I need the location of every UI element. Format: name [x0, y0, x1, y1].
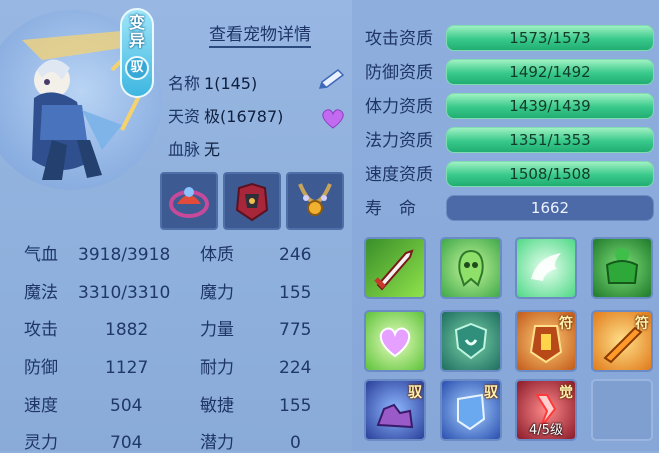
speed-label: 速度: [24, 396, 58, 416]
skill-slot-11[interactable]: 觉 4/5级: [515, 379, 577, 441]
skill-tag: 符: [635, 316, 649, 332]
attack-value: 1882: [105, 320, 149, 340]
strength-label: 力量: [200, 320, 234, 340]
favorite-heart-icon[interactable]: [320, 108, 346, 130]
skill-slot-7[interactable]: 符: [515, 310, 577, 372]
potential-value: 0: [290, 433, 301, 453]
skill-slot-2[interactable]: [440, 237, 502, 299]
agility-label: 敏捷: [200, 396, 234, 416]
skill-tag: 驭: [408, 385, 422, 401]
speed-aptitude-label: 速度资质: [365, 165, 433, 185]
strength-value: 775: [279, 320, 312, 340]
wings-skill-icon: [531, 253, 561, 281]
spirit-value: 704: [110, 433, 143, 453]
skill-slot-8[interactable]: 符: [591, 310, 653, 372]
spirit-label: 灵力: [24, 433, 58, 453]
skill-tag: 驭: [484, 385, 498, 401]
potential-label: 潜力: [200, 433, 234, 453]
bloodline-row: 血脉无: [168, 140, 220, 160]
hp-label: 气血: [24, 245, 58, 265]
equipment-slot-3[interactable]: [286, 172, 344, 230]
attack-aptitude-bar: 1573/1573: [446, 25, 654, 51]
heart-skill-icon: [379, 327, 411, 358]
skill-slot-10[interactable]: 驭: [440, 379, 502, 441]
rename-pencil-icon[interactable]: [316, 68, 346, 92]
hp-value: 3918/3918: [78, 245, 171, 265]
name-value: 1(145): [204, 74, 258, 93]
stamina-aptitude-value: 1439/1439: [509, 97, 591, 115]
mana-aptitude-bar: 1351/1353: [446, 127, 654, 153]
agility-value: 155: [279, 396, 312, 416]
ghost-skill-icon: [458, 249, 484, 287]
bloodline-value: 无: [204, 140, 221, 159]
skill-slot-5[interactable]: [364, 310, 426, 372]
mp-value: 3310/3310: [78, 283, 171, 303]
sword-skill-icon: [374, 249, 414, 291]
attack-label: 攻击: [24, 320, 58, 340]
defense-value: 1127: [105, 358, 149, 378]
variant-badge: 变异 驭: [120, 8, 154, 98]
giant-skill-icon: [605, 248, 639, 284]
constitution-value: 246: [279, 245, 312, 265]
armor-equipment-icon: [235, 182, 269, 222]
magic-power-value: 155: [279, 283, 312, 303]
endurance-label: 耐力: [200, 358, 234, 378]
talent-label: 天资: [168, 107, 201, 126]
speed-aptitude-value: 1508/1508: [509, 165, 591, 183]
defense-aptitude-label: 防御资质: [365, 63, 433, 83]
pet-name-row: 名称 1(145): [168, 74, 257, 94]
control-tag: 驭: [125, 56, 149, 80]
skill-slot-1[interactable]: [364, 237, 426, 299]
attack-aptitude-label: 攻击资质: [365, 29, 433, 49]
lifespan-value: 1662: [530, 199, 570, 217]
shield-skill-icon: [454, 322, 488, 360]
skill-tag: 觉: [559, 385, 573, 401]
skill-slot-9[interactable]: 驭: [364, 379, 426, 441]
mana-aptitude-label: 法力资质: [365, 131, 433, 151]
endurance-value: 224: [279, 358, 312, 378]
view-pet-details-link[interactable]: 查看宠物详情: [209, 24, 311, 48]
ring-equipment-icon: [169, 187, 209, 218]
necklace-equipment-icon: [298, 183, 332, 216]
magic-power-label: 魔力: [200, 283, 234, 303]
defense-label: 防御: [24, 358, 58, 378]
skill-slot-3[interactable]: [515, 237, 577, 299]
mp-label: 魔法: [24, 283, 58, 303]
mana-aptitude-value: 1351/1353: [509, 131, 591, 149]
speed-aptitude-bar: 1508/1508: [446, 161, 654, 187]
skill-slot-6[interactable]: [440, 310, 502, 372]
constitution-label: 体质: [200, 245, 234, 265]
name-label: 名称: [168, 74, 201, 93]
equipment-slot-2[interactable]: [223, 172, 281, 230]
defense-aptitude-bar: 1492/1492: [446, 59, 654, 85]
skill-tag: 符: [559, 316, 573, 332]
skill-slot-empty[interactable]: [591, 379, 653, 441]
lifespan-bar: 1662: [446, 195, 654, 221]
bloodline-label: 血脉: [168, 140, 201, 159]
stamina-aptitude-bar: 1439/1439: [446, 93, 654, 119]
lifespan-label: 寿 命: [365, 199, 416, 219]
skill-level: 4/5级: [529, 423, 563, 438]
stamina-aptitude-label: 体力资质: [365, 97, 433, 117]
skill-slot-4[interactable]: [591, 237, 653, 299]
equipment-slot-1[interactable]: [160, 172, 218, 230]
talent-row: 天资 极(16787): [168, 107, 283, 127]
attack-aptitude-value: 1573/1573: [509, 29, 591, 47]
talent-value: 极(16787): [204, 107, 284, 126]
variant-label: 变异: [128, 13, 145, 50]
defense-aptitude-value: 1492/1492: [509, 63, 591, 81]
speed-value: 504: [110, 396, 143, 416]
